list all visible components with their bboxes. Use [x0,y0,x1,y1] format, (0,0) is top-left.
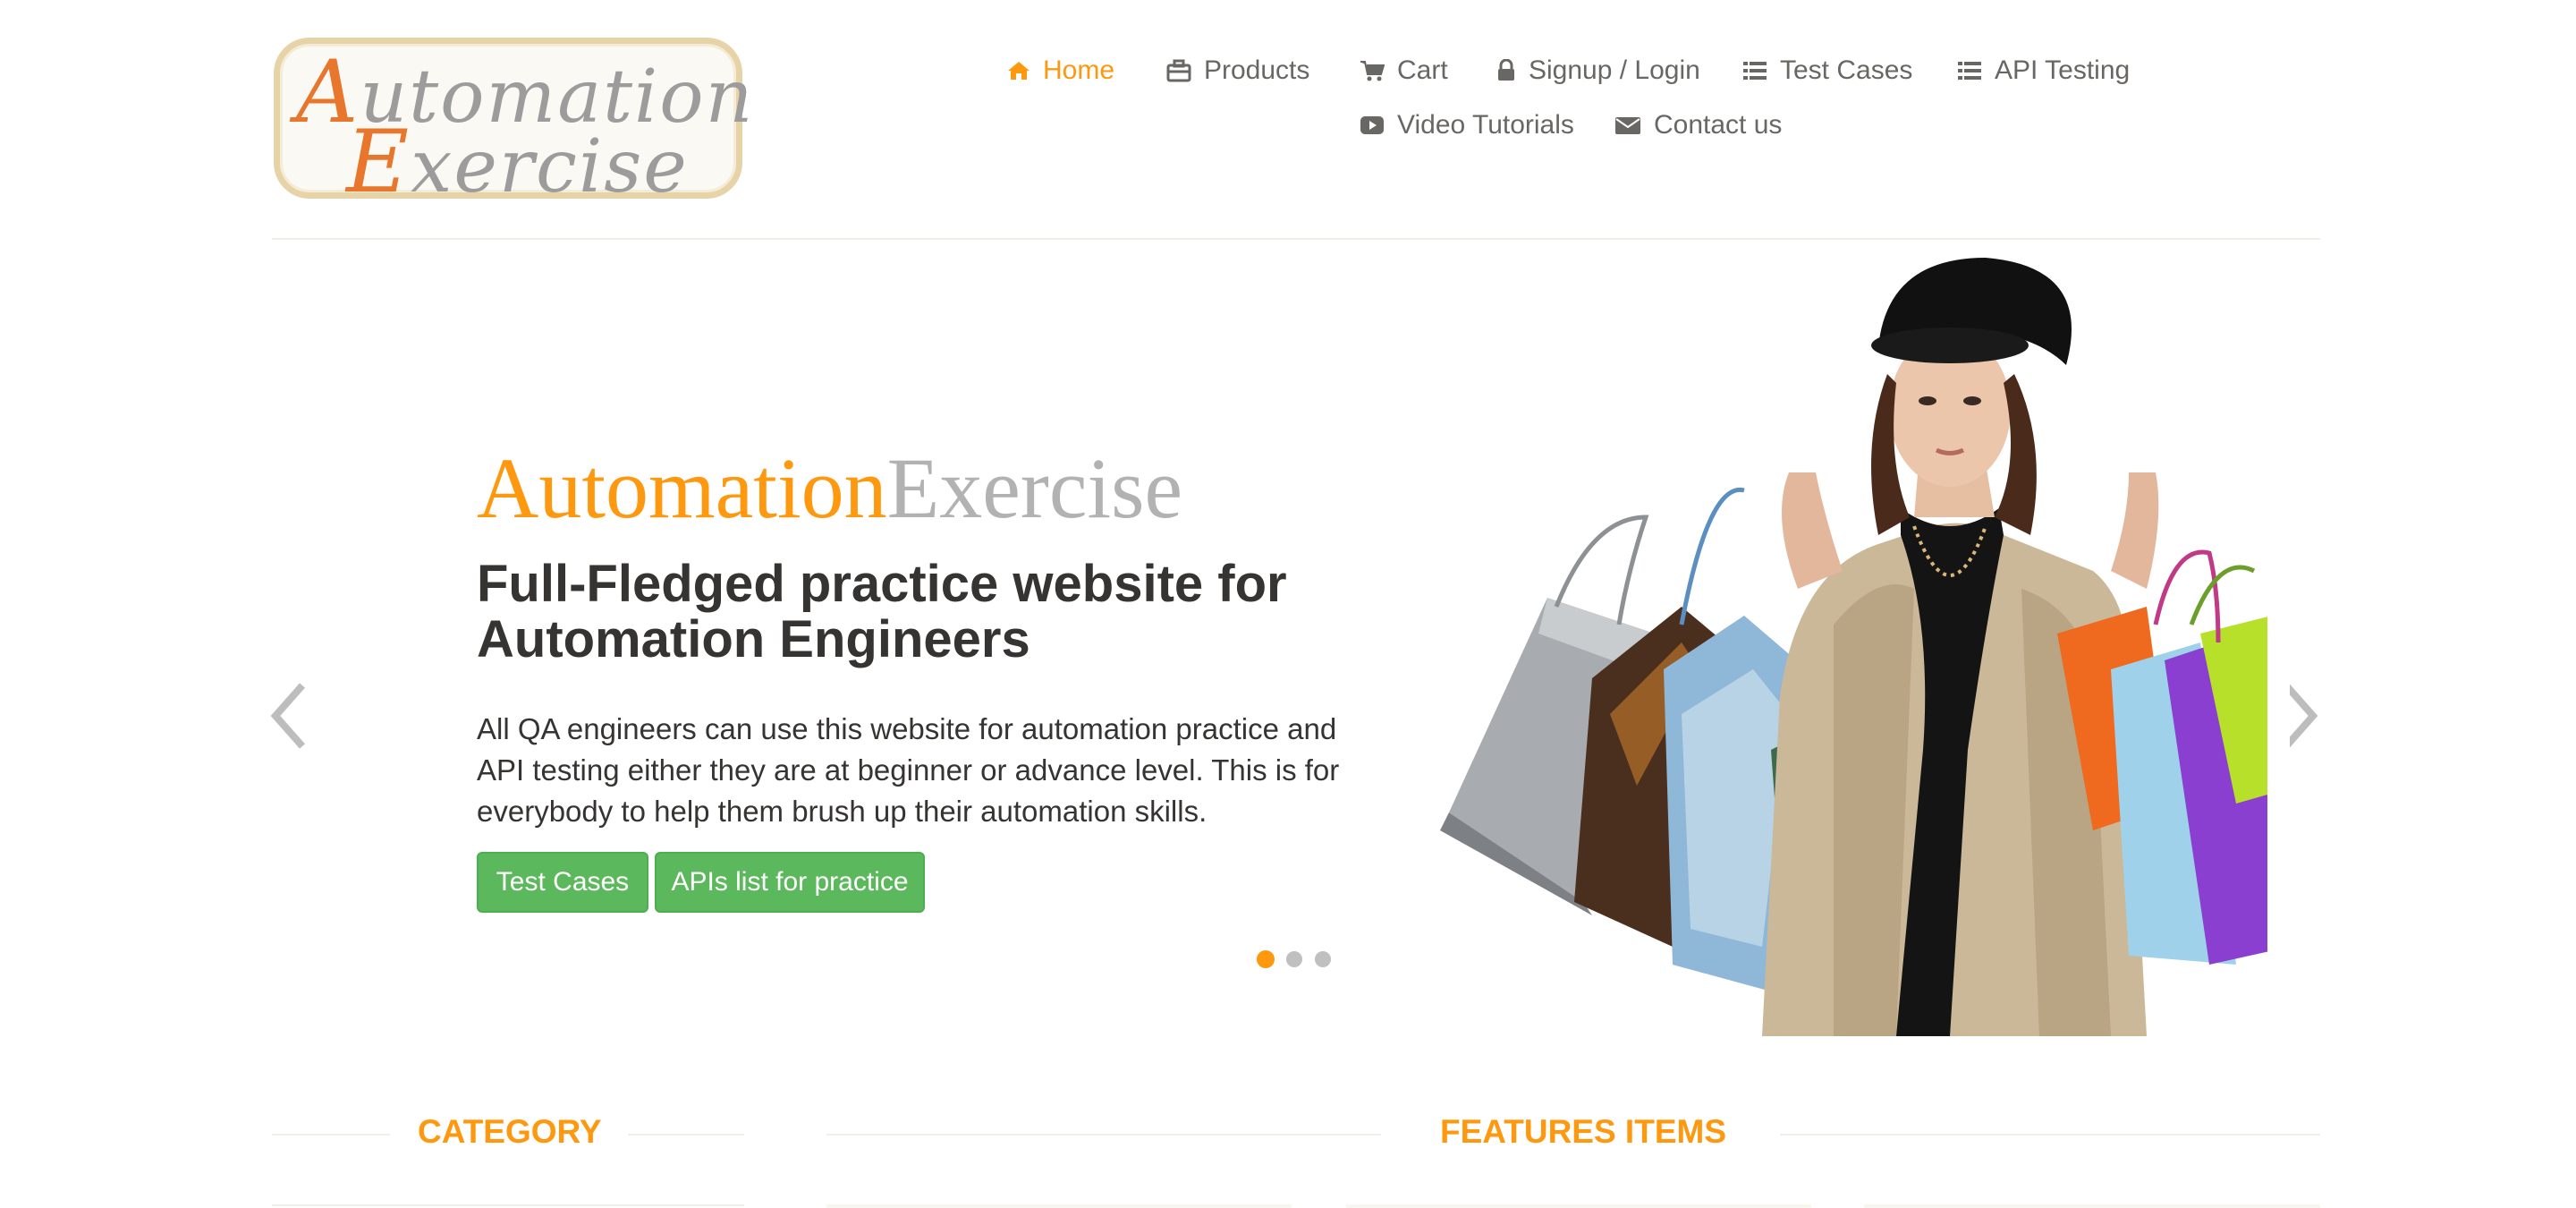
nav-test-cases-label: Test Cases [1780,55,1913,85]
list-icon [1743,62,1767,80]
nav-test-cases[interactable]: Test Cases [1742,55,1912,86]
slider-brand-title: AutomationExercise [477,440,1183,536]
nav-products[interactable]: Products [1166,55,1309,86]
nav-contact-us[interactable]: Contact us [1614,110,1782,140]
features-items-title: FEATURES ITEMS [1440,1113,1726,1150]
apis-list-button[interactable]: APIs list for practice [655,852,925,913]
list-icon [1958,62,1981,80]
nav-home-label: Home [1043,55,1115,85]
features-rule-left [826,1134,1381,1136]
slider-prev-arrow-icon[interactable] [268,680,309,752]
logo-line-2: Exercise [346,112,689,212]
nav-cart-label: Cart [1397,55,1448,85]
header-divider [272,238,2320,240]
nav-api-testing-label: API Testing [1995,55,2131,85]
product-card[interactable] [1864,1204,2320,1208]
category-panel [272,1204,744,1208]
slider-description: All QA engineers can use this website fo… [477,712,1340,828]
nav-cart[interactable]: Cart [1360,55,1448,86]
nav-signup-login[interactable]: Signup / Login [1496,55,1700,86]
slider-headline: Full-Fledged practice website for Automa… [477,555,1287,668]
nav-home[interactable]: Home [1007,55,1114,86]
test-cases-button[interactable]: Test Cases [477,852,648,913]
cart-icon [1360,61,1385,81]
hero-shopping-girl-image [1440,249,2290,1036]
home-icon [1008,62,1030,80]
nav-api-testing[interactable]: API Testing [1957,55,2130,86]
nav-contact-us-label: Contact us [1654,110,1783,140]
product-card[interactable] [826,1204,1292,1208]
slider-indicator-2[interactable] [1286,951,1302,967]
nav-video-tutorials[interactable]: Video Tutorials [1360,110,1574,140]
features-rule-right [1780,1134,2320,1136]
category-rule-right [628,1134,744,1136]
nav-signup-login-label: Signup / Login [1529,55,1700,85]
nav-products-label: Products [1204,55,1310,85]
site-logo[interactable]: Automation Exercise [274,38,752,205]
lock-icon [1498,59,1514,81]
briefcase-icon [1166,59,1191,82]
nav-video-tutorials-label: Video Tutorials [1397,110,1574,140]
product-card[interactable] [1346,1204,1811,1208]
youtube-icon [1360,116,1384,134]
envelope-icon [1615,117,1640,134]
category-title: CATEGORY [418,1113,602,1150]
category-rule-left [272,1134,390,1136]
slider-indicator-3[interactable] [1315,951,1331,967]
slider-indicator-1[interactable] [1257,950,1275,968]
